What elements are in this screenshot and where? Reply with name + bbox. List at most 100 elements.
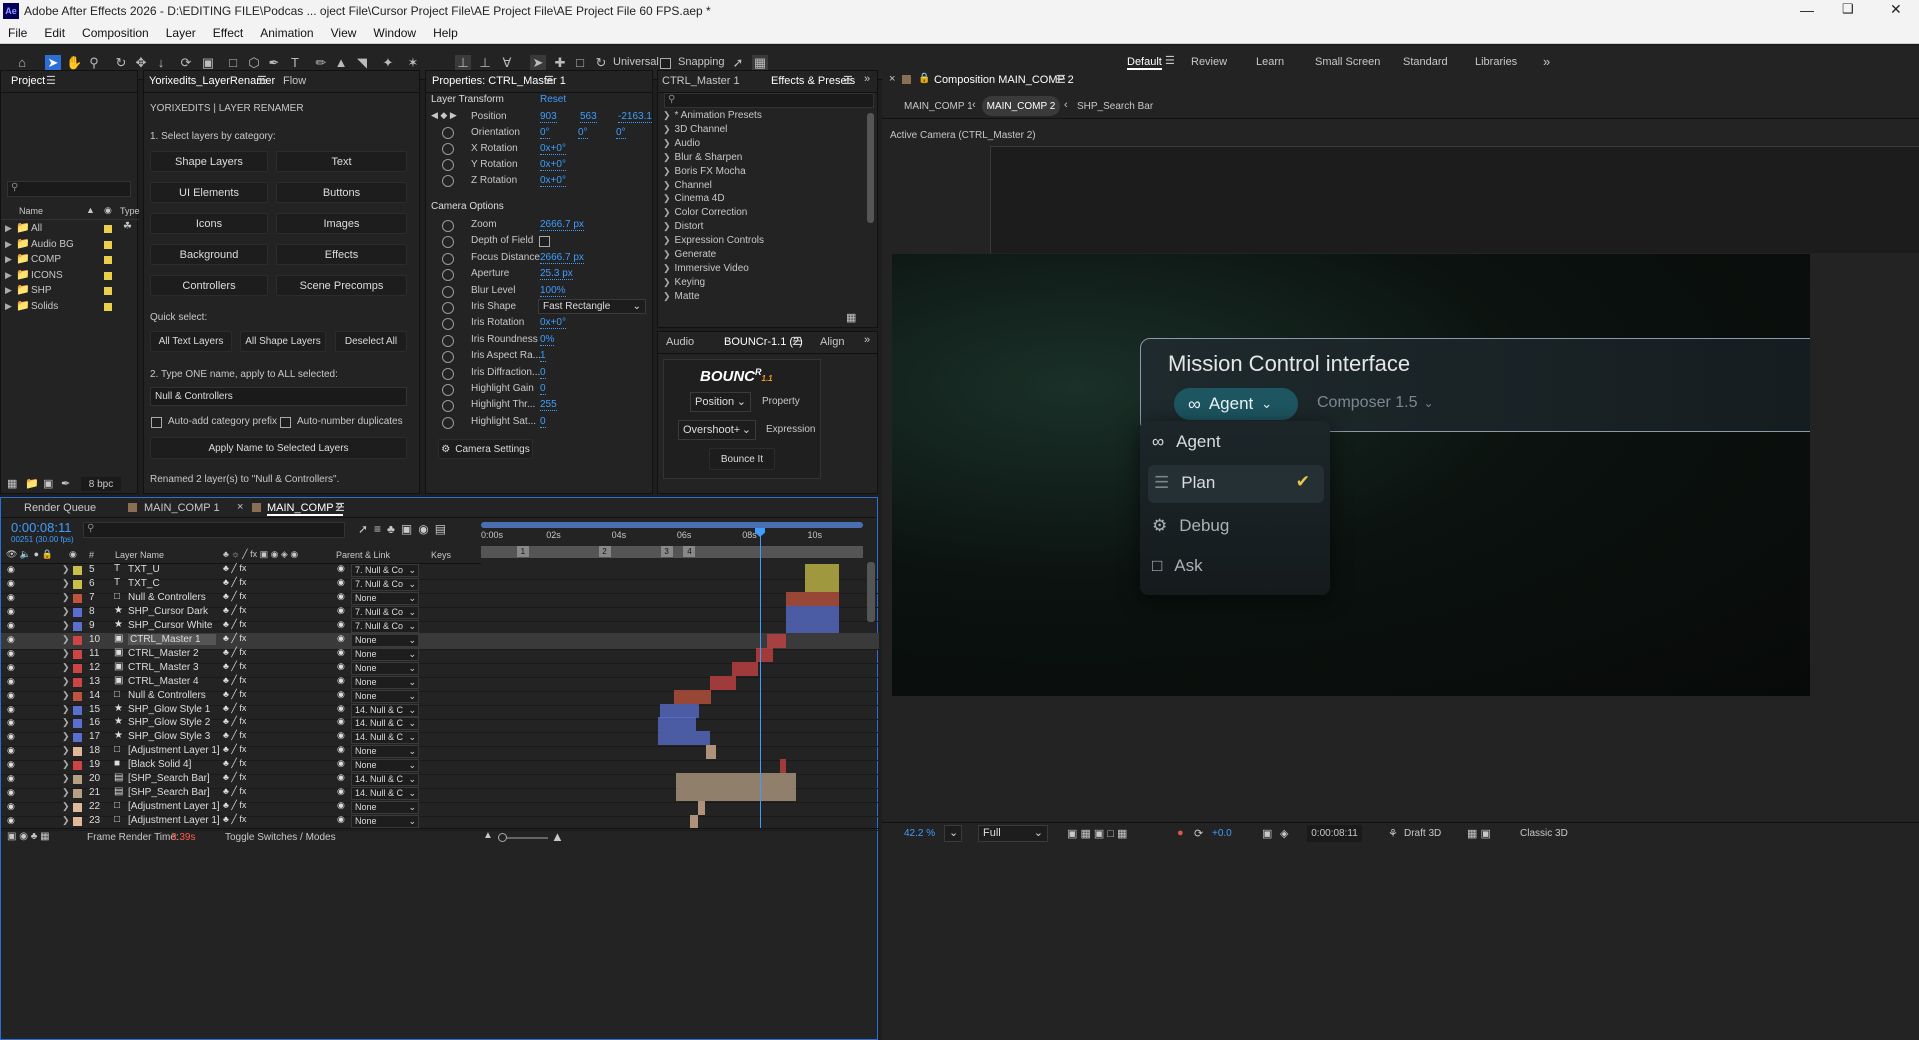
- roto-brush-icon[interactable]: ✦: [380, 55, 396, 71]
- category-buttons[interactable]: Buttons: [276, 182, 407, 203]
- zoom-out-icon[interactable]: ▲: [483, 830, 493, 841]
- switch-icons[interactable]: ♣ ╱ fx: [223, 647, 246, 658]
- camera-prop-value[interactable]: 2666.7 px: [540, 252, 584, 264]
- camera-prop-value[interactable]: 0: [540, 416, 546, 428]
- iris-shape-dropdown[interactable]: Fast Rectangle ⌄: [538, 299, 646, 314]
- label-color[interactable]: [73, 803, 82, 813]
- effect-category[interactable]: ❯ Distort: [663, 221, 703, 232]
- parent-dropdown[interactable]: 14. Null & C ⌄: [351, 787, 419, 801]
- pickwhip-icon[interactable]: ◉: [337, 772, 345, 783]
- switch-icons[interactable]: ♣ ╱ fx: [223, 689, 246, 700]
- layer-name[interactable]: [SHP_Search Bar]: [128, 773, 210, 784]
- label-swatch[interactable]: [104, 302, 112, 311]
- parent-dropdown[interactable]: None ⌄: [351, 745, 419, 759]
- effect-category[interactable]: ❯ Keying: [663, 277, 705, 288]
- parent-link-column[interactable]: Parent & Link: [336, 550, 390, 560]
- parent-dropdown[interactable]: 14. Null & C ⌄: [351, 773, 419, 787]
- bpc-button[interactable]: 8 bpc: [81, 477, 121, 491]
- effect-category[interactable]: ❯ Blur & Sharpen: [663, 152, 742, 163]
- project-search-input[interactable]: ⚲: [7, 181, 131, 197]
- timeline-switch-icons[interactable]: ➚≡♣▣◉▤: [358, 522, 452, 536]
- pickwhip-icon[interactable]: ◉: [337, 661, 345, 672]
- stopwatch-icon[interactable]: [442, 236, 454, 249]
- expand-arrow-icon[interactable]: ❯: [62, 801, 70, 812]
- stopwatch-icon[interactable]: [442, 143, 454, 155]
- project-folder[interactable]: ▶ 📁 ICONS: [1, 268, 139, 283]
- workspace-more-icon[interactable]: »: [1543, 54, 1550, 69]
- menu-item-agent[interactable]: ∞ Agent: [1152, 432, 1221, 452]
- stopwatch-icon[interactable]: [442, 400, 454, 413]
- parent-dropdown[interactable]: 7. Null & Co ⌄: [351, 619, 419, 633]
- snapping-checkbox[interactable]: [660, 58, 671, 69]
- expand-arrow-icon[interactable]: ❯: [663, 166, 671, 176]
- close-icon[interactable]: ✕: [1890, 1, 1902, 18]
- menu-help[interactable]: Help: [433, 26, 458, 43]
- label-color[interactable]: [73, 593, 82, 603]
- layer-name[interactable]: SHP_Cursor White: [128, 620, 212, 631]
- expand-arrow-icon[interactable]: ❯: [663, 249, 671, 259]
- expand-arrow-icon[interactable]: ❯: [663, 291, 671, 301]
- eye-icon[interactable]: ◉: [7, 745, 15, 756]
- label-color[interactable]: [73, 789, 82, 799]
- menu-item-debug[interactable]: ⚙ Debug: [1152, 516, 1229, 536]
- layer-name[interactable]: CTRL_Master 1: [128, 633, 216, 645]
- comp-marker[interactable]: 3: [660, 546, 673, 557]
- render-queue-tab[interactable]: Render Queue: [24, 502, 96, 514]
- auto-prefix-checkbox[interactable]: [151, 417, 162, 428]
- pickwhip-icon[interactable]: ◉: [337, 730, 345, 741]
- layer-name-column[interactable]: Layer Name: [115, 550, 164, 560]
- eye-icon[interactable]: ◉: [7, 759, 15, 770]
- eye-icon[interactable]: ◉: [7, 620, 15, 631]
- anchor-tool-icon[interactable]: ▣: [200, 55, 216, 71]
- pickwhip-icon[interactable]: ◉: [337, 716, 345, 727]
- interpret-icon[interactable]: ▦: [7, 477, 17, 490]
- current-time[interactable]: 0:00:08:11: [11, 520, 71, 535]
- expand-arrow-icon[interactable]: ❯: [62, 648, 70, 659]
- expand-arrow-icon[interactable]: ▶: [5, 223, 12, 234]
- eye-icon[interactable]: ◉: [7, 773, 15, 784]
- workspace-default[interactable]: Default: [1127, 56, 1162, 70]
- col-name[interactable]: Name: [19, 206, 43, 216]
- eye-icon[interactable]: ◉: [7, 787, 15, 798]
- time-ruler[interactable]: 0:00s 02s 04s 06s 08s 10s: [481, 530, 863, 544]
- expression-dropdown[interactable]: Overshoot+ ⌄: [678, 420, 756, 440]
- category-controllers[interactable]: Controllers: [150, 275, 268, 296]
- parent-dropdown[interactable]: None ⌄: [351, 661, 419, 675]
- panel-expand-icon[interactable]: »: [864, 73, 870, 85]
- switch-icons[interactable]: ♣ ╱ fx: [223, 744, 246, 755]
- effect-category[interactable]: ❯ Generate: [663, 249, 716, 260]
- minimize-icon[interactable]: —: [1800, 2, 1814, 18]
- stopwatch-icon[interactable]: [442, 351, 454, 364]
- switch-icons[interactable]: ♣ ╱ fx: [223, 633, 246, 644]
- zoom-in-icon[interactable]: ▲: [551, 829, 564, 844]
- playhead[interactable]: [760, 528, 761, 828]
- expand-arrow-icon[interactable]: ❯: [62, 620, 70, 631]
- eye-icon[interactable]: ◉: [7, 731, 15, 742]
- zoom-dropdown[interactable]: ⌄: [944, 825, 962, 842]
- position-z[interactable]: -2163.1: [618, 111, 652, 123]
- snapshot-icons[interactable]: ▣ ▦ ▣ □ ▦: [1067, 827, 1127, 840]
- snap-grid-icon[interactable]: ▦: [752, 55, 768, 71]
- stopwatch-icon[interactable]: [442, 416, 454, 429]
- label-color[interactable]: [73, 649, 82, 659]
- expand-arrow-icon[interactable]: ▶: [5, 254, 12, 265]
- puppet-tool-icon[interactable]: ✶: [405, 55, 421, 71]
- pickwhip-icon[interactable]: ◉: [337, 619, 345, 630]
- new-folder-icon[interactable]: 📁: [25, 477, 39, 490]
- layer-name[interactable]: Null & Controllers: [128, 592, 206, 603]
- menu-edit[interactable]: Edit: [44, 26, 65, 43]
- label-color[interactable]: [73, 733, 82, 743]
- dolly-tool-icon[interactable]: ↓: [153, 55, 169, 71]
- label-swatch[interactable]: [104, 256, 112, 264]
- expand-arrow-icon[interactable]: ❯: [62, 704, 70, 715]
- home-icon[interactable]: ⌂: [14, 55, 30, 71]
- label-color[interactable]: [73, 747, 82, 757]
- switch-icons[interactable]: ♣ ╱ fx: [223, 814, 246, 825]
- footer-icons[interactable]: ▣ ◉ ♣ ▦: [7, 831, 50, 842]
- layer-name[interactable]: [Black Solid 4]: [128, 759, 191, 770]
- switch-icons[interactable]: ♣ ╱ fx: [223, 703, 246, 714]
- switch-icons[interactable]: ♣ ╱ fx: [223, 800, 246, 811]
- layer-name[interactable]: CTRL_Master 2: [128, 648, 199, 659]
- rotate-gizmo-icon[interactable]: ↻: [593, 55, 609, 71]
- pickwhip-icon[interactable]: ◉: [337, 703, 345, 714]
